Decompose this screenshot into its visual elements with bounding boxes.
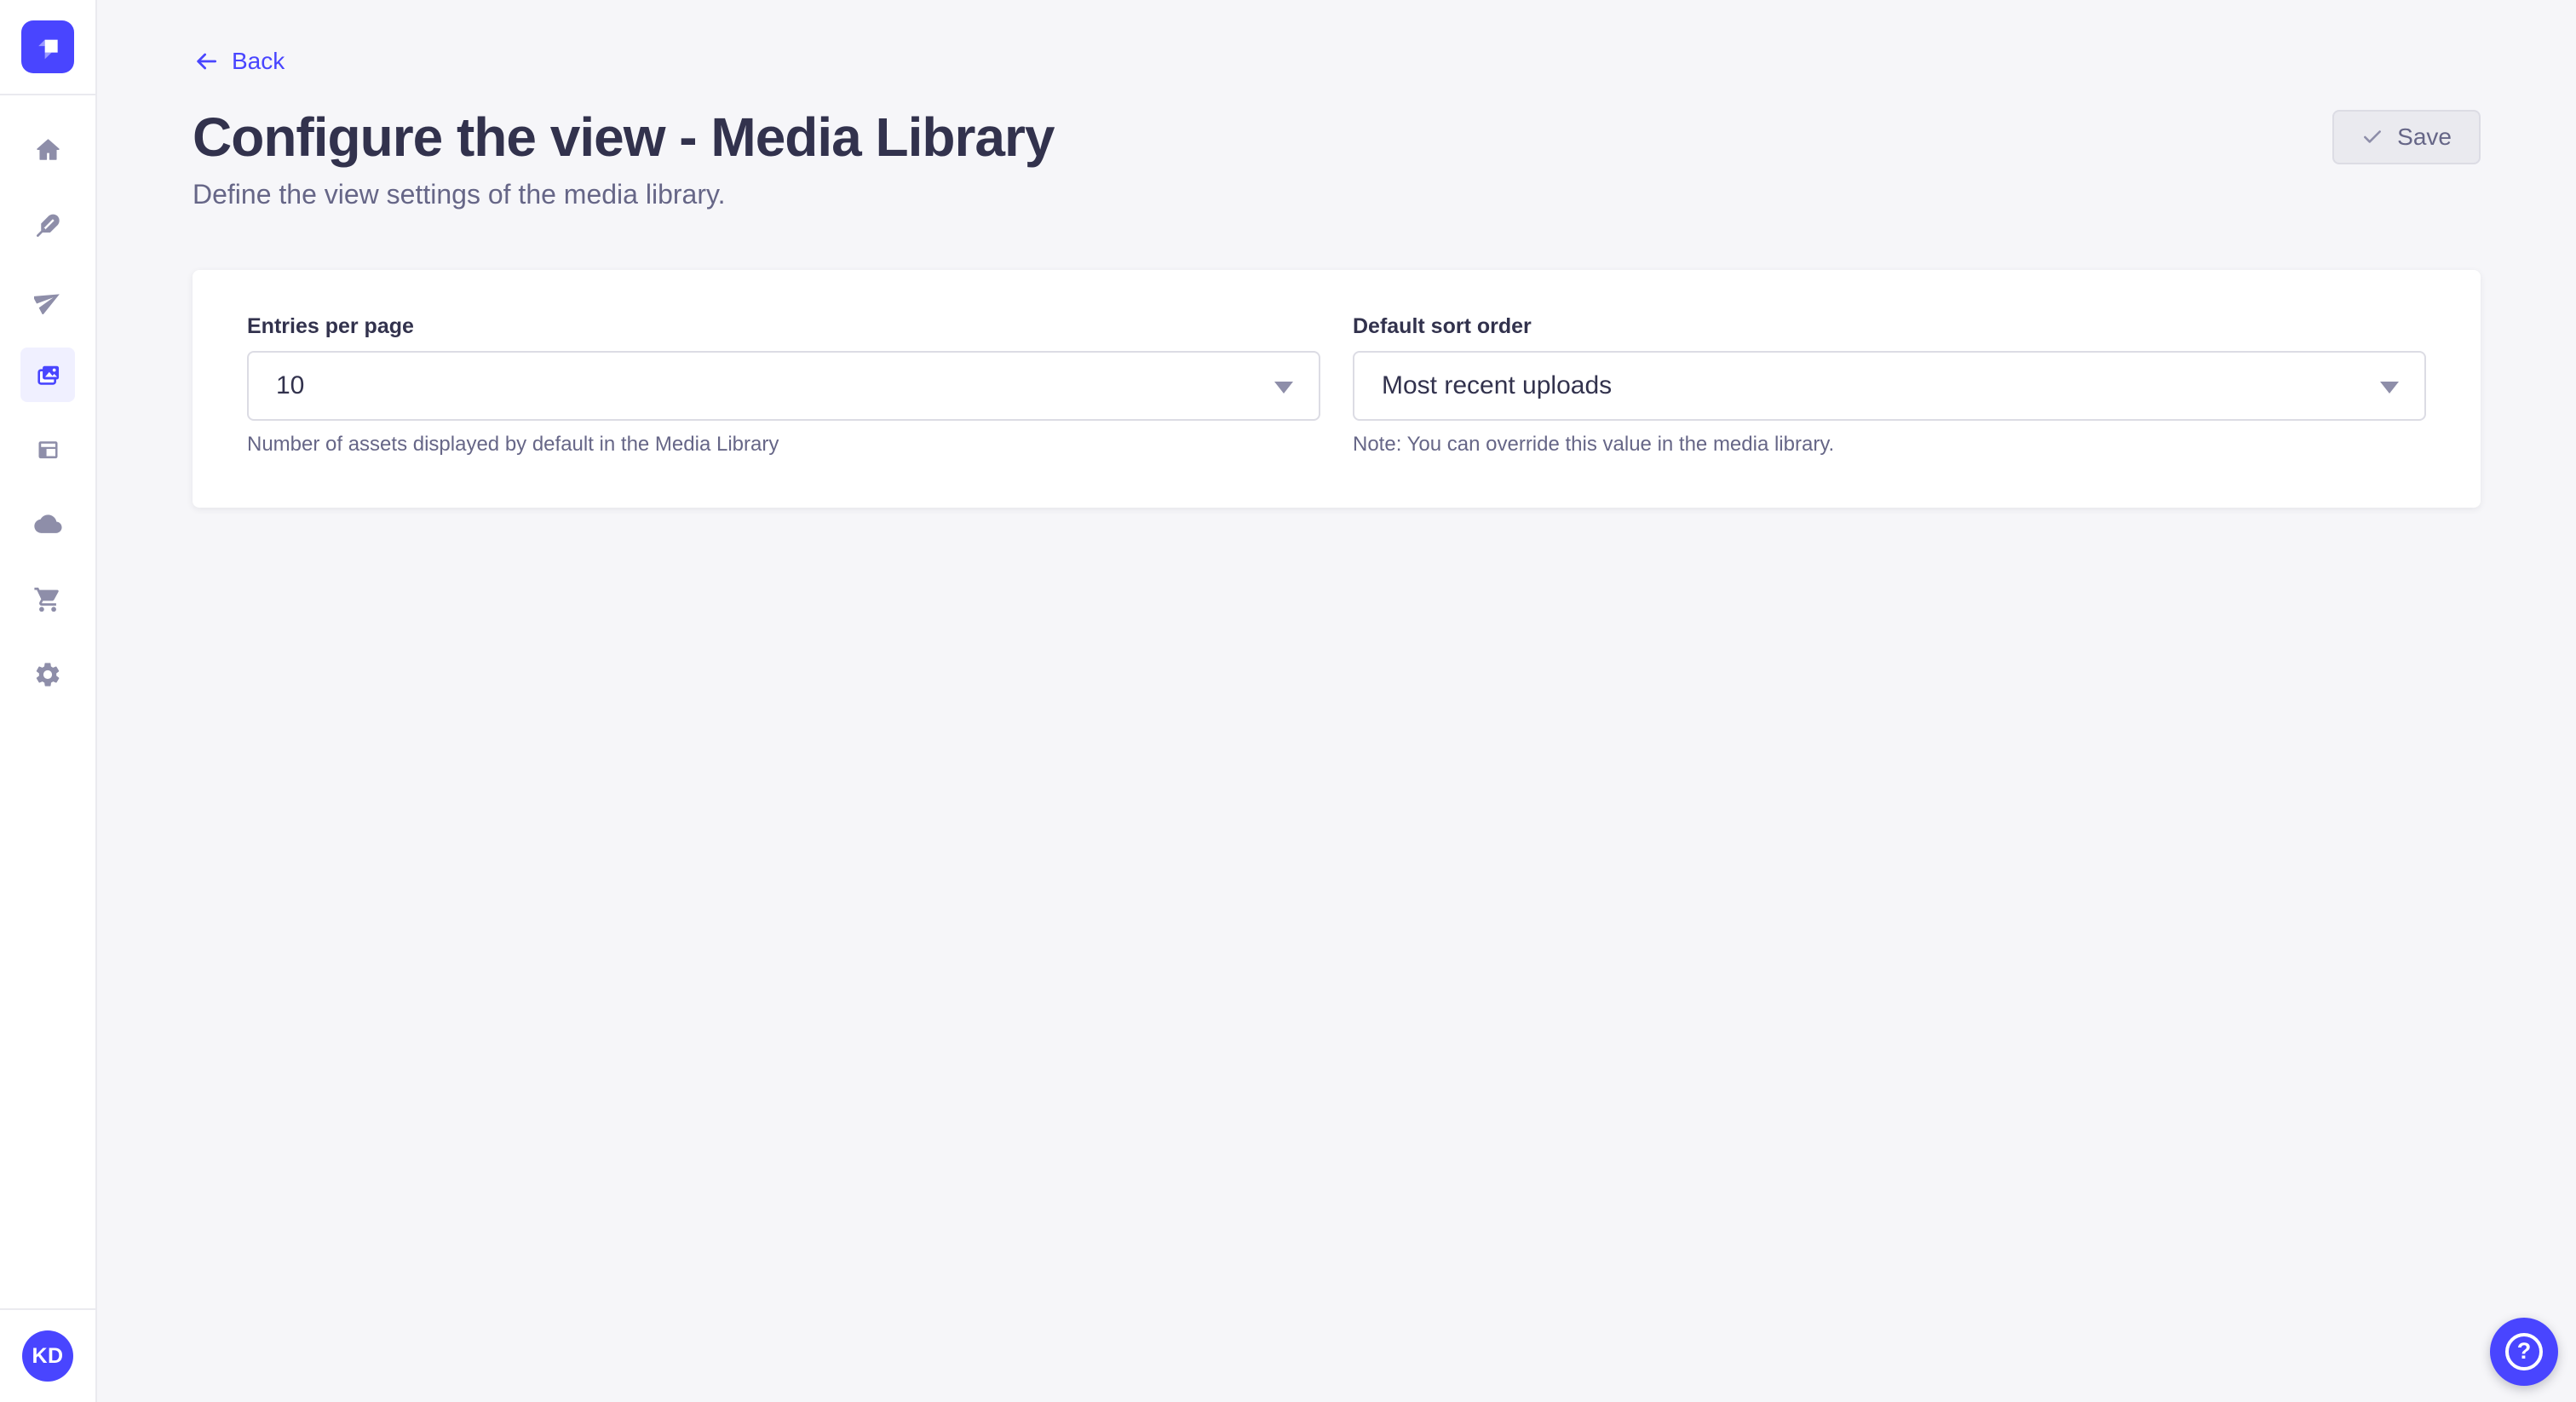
field-default-sort-order: Default sort order Most recent uploads N…: [1353, 314, 2426, 457]
sidebar-item-content-type-builder[interactable]: [20, 422, 75, 477]
gear-icon: [33, 660, 62, 689]
save-label: Save: [2397, 124, 2452, 151]
sidebar-item-settings[interactable]: [20, 647, 75, 702]
sidebar-footer: KD: [0, 1308, 95, 1402]
field-hint: Note: You can override this value in the…: [1353, 433, 2426, 457]
sidebar-item-content-manager[interactable]: [20, 198, 75, 252]
field-label: Default sort order: [1353, 314, 2426, 339]
field-label: Entries per page: [247, 314, 1320, 339]
field-hint: Number of assets displayed by default in…: [247, 433, 1320, 457]
images-icon: [33, 360, 63, 390]
page-title: Configure the view - Media Library: [193, 106, 1055, 168]
select-value: 10: [276, 371, 304, 400]
entries-per-page-select[interactable]: 10: [247, 351, 1320, 421]
back-link[interactable]: Back: [193, 48, 285, 75]
main-content: Back Configure the view - Media Library …: [97, 0, 2576, 508]
sidebar-item-marketplace[interactable]: [20, 572, 75, 627]
sidebar-item-cloud[interactable]: [20, 497, 75, 552]
layout-icon: [34, 436, 62, 464]
sidebar-item-home[interactable]: [20, 123, 75, 177]
cart-icon: [33, 585, 62, 614]
arrow-left-icon: [193, 48, 220, 75]
check-icon: [2361, 126, 2383, 148]
save-button[interactable]: Save: [2332, 110, 2481, 164]
cloud-icon: [33, 510, 63, 540]
user-avatar[interactable]: KD: [22, 1330, 73, 1382]
fields-grid: Entries per page 10 Number of assets dis…: [247, 314, 2426, 457]
question-mark-icon: ?: [2505, 1333, 2543, 1370]
chevron-down-icon: [1274, 382, 1293, 394]
sidebar-item-media-library[interactable]: [20, 348, 75, 402]
home-icon: [34, 136, 62, 164]
page-subtitle: Define the view settings of the media li…: [193, 178, 2481, 210]
logo-section: [0, 0, 95, 95]
field-entries-per-page: Entries per page 10 Number of assets dis…: [247, 314, 1320, 457]
back-label: Back: [232, 48, 285, 75]
chevron-down-icon: [2380, 382, 2399, 394]
settings-card: Entries per page 10 Number of assets dis…: [193, 270, 2481, 508]
sidebar-item-releases[interactable]: [20, 273, 75, 327]
sidebar: KD: [0, 0, 97, 1402]
title-row: Configure the view - Media Library Save: [193, 106, 2481, 168]
sidebar-nav: [0, 95, 95, 702]
strapi-logo-icon: [31, 30, 65, 64]
select-value: Most recent uploads: [1382, 371, 1612, 400]
default-sort-order-select[interactable]: Most recent uploads: [1353, 351, 2426, 421]
strapi-logo[interactable]: [21, 20, 74, 73]
paper-plane-icon: [34, 286, 62, 314]
help-button[interactable]: ?: [2490, 1318, 2558, 1386]
feather-icon: [34, 211, 62, 239]
